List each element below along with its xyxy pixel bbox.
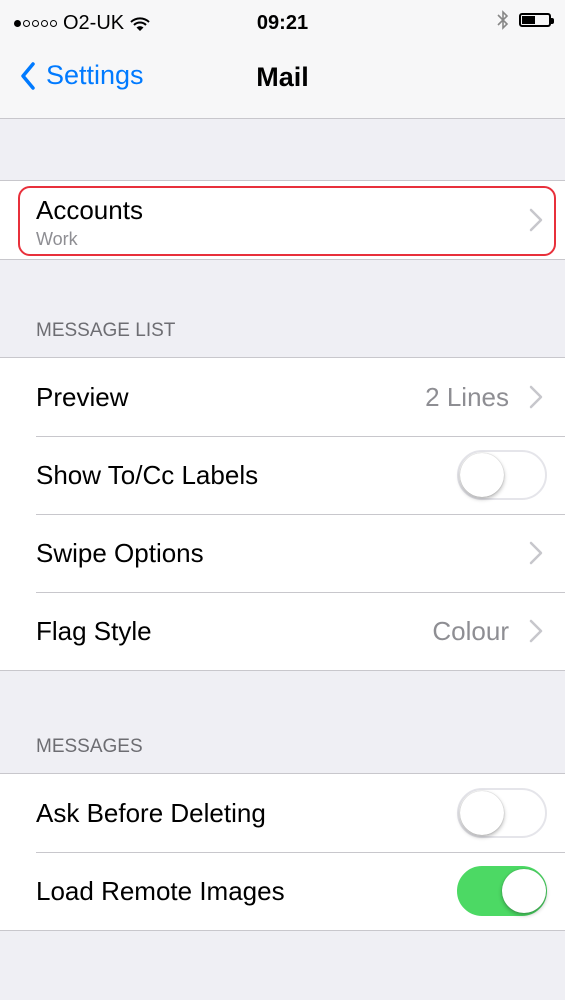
ask-before-deleting-row: Ask Before Deleting: [0, 774, 565, 852]
messages-group: Ask Before Deleting Load Remote Images: [0, 773, 565, 931]
ask-before-deleting-toggle[interactable]: [457, 788, 547, 838]
show-to-cc-labels-label: Show To/Cc Labels: [36, 460, 259, 490]
ask-before-deleting-label: Ask Before Deleting: [36, 798, 266, 828]
show-to-cc-labels-toggle[interactable]: [457, 450, 547, 500]
battery-icon: [519, 13, 554, 27]
accounts-title: Accounts: [36, 195, 143, 225]
chevron-right-icon: [529, 385, 543, 409]
flag-style-value: Colour: [432, 616, 509, 646]
navigation-bar: Settings Mail: [0, 40, 565, 119]
swipe-options-label: Swipe Options: [36, 538, 204, 568]
section-header-messages: MESSAGES: [36, 736, 143, 757]
chevron-right-icon: [529, 619, 543, 643]
load-remote-images-toggle[interactable]: [457, 866, 547, 916]
load-remote-images-row: Load Remote Images: [0, 852, 565, 930]
preview-row[interactable]: Preview 2 Lines: [0, 358, 565, 436]
load-remote-images-label: Load Remote Images: [36, 876, 285, 906]
bluetooth-icon: [497, 10, 509, 30]
message-list-group: Preview 2 Lines Show To/Cc Labels Swipe …: [0, 357, 565, 671]
accounts-row[interactable]: Accounts Work: [0, 181, 565, 259]
show-to-cc-labels-row: Show To/Cc Labels: [0, 436, 565, 514]
preview-value: 2 Lines: [425, 382, 509, 412]
flag-style-row[interactable]: Flag Style Colour: [0, 592, 565, 670]
accounts-subtitle: Work: [36, 229, 78, 249]
preview-label: Preview: [36, 382, 129, 412]
status-time: 09:21: [256, 12, 309, 34]
status-right: [497, 10, 554, 30]
swipe-options-row[interactable]: Swipe Options: [0, 514, 565, 592]
page-title: Mail: [256, 62, 309, 92]
flag-style-label: Flag Style: [36, 616, 152, 646]
chevron-right-icon: [529, 541, 543, 565]
accounts-group: Accounts Work: [0, 180, 565, 260]
status-bar: O2-UK 09:21: [0, 0, 565, 40]
chevron-right-icon: [529, 208, 543, 232]
section-header-message-list: MESSAGE LIST: [36, 320, 176, 341]
